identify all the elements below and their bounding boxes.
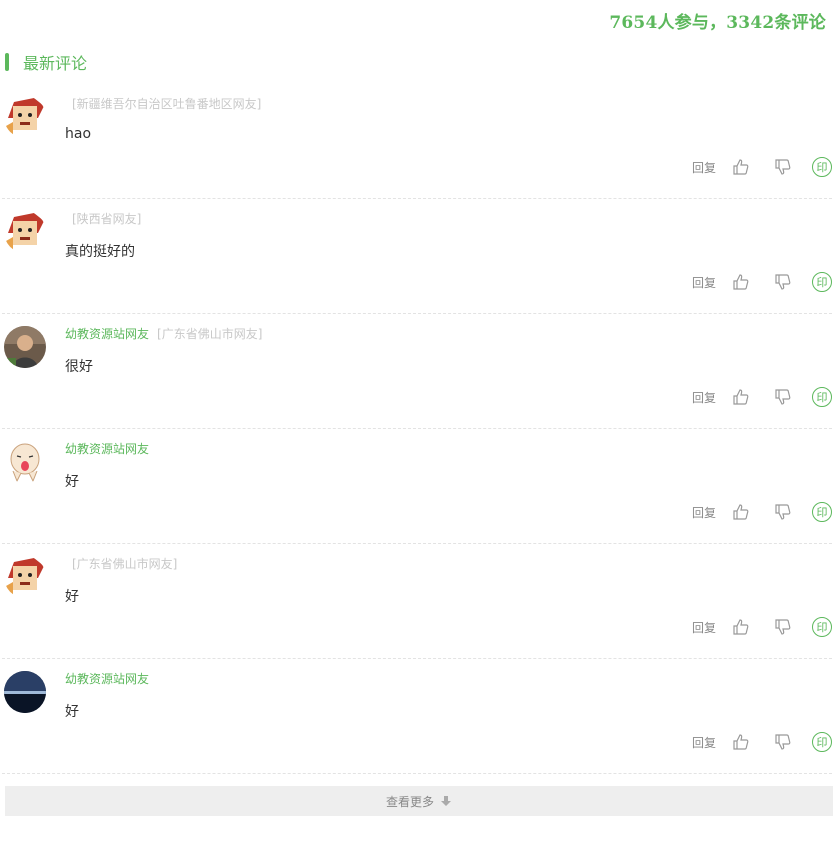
comment-meta: [新疆维吾尔自治区吐鲁番地区网友] <box>65 96 261 112</box>
thumbs-down-icon[interactable] <box>772 156 794 178</box>
thumbs-up-icon[interactable] <box>730 616 752 638</box>
thumbs-down-icon[interactable] <box>772 616 794 638</box>
comment-list: [新疆维吾尔自治区吐鲁番地区网友] hao 回复 印 [陕西省网友] 真的挺好的… <box>2 84 832 774</box>
section-title-bar <box>5 53 9 71</box>
comment-actions: 回复 印 <box>692 156 832 178</box>
landscape-avatar <box>4 671 46 713</box>
reply-button[interactable]: 回复 <box>692 619 716 636</box>
reply-button[interactable]: 回复 <box>692 389 716 406</box>
comment-text: 真的挺好的 <box>65 244 135 260</box>
user-location: [广东省佛山市网友] <box>72 557 178 571</box>
comment-meta: 幼教资源站网友 <box>65 441 157 457</box>
seal-icon[interactable]: 印 <box>812 617 832 637</box>
comment-item: 幼教资源站网友 好 回复 印 <box>2 429 832 544</box>
thumbs-up-icon[interactable] <box>730 731 752 753</box>
comment-meta: 幼教资源站网友 [广东省佛山市网友] <box>65 326 262 342</box>
comment-actions: 回复 印 <box>692 616 832 638</box>
seal-icon[interactable]: 印 <box>812 387 832 407</box>
thumbs-up-icon[interactable] <box>730 386 752 408</box>
user-name[interactable]: 幼教资源站网友 <box>65 327 149 341</box>
load-more-button[interactable]: 查看更多 <box>5 786 833 816</box>
comment-item: [新疆维吾尔自治区吐鲁番地区网友] hao 回复 印 <box>2 84 832 199</box>
comment-text: 很好 <box>65 359 93 375</box>
comment-item: [广东省佛山市网友] 好 回复 印 <box>2 544 832 659</box>
comment-stats: 7654人参与，3342条评论 <box>609 13 826 33</box>
comment-actions: 回复 印 <box>692 501 832 523</box>
comment-item: [陕西省网友] 真的挺好的 回复 印 <box>2 199 832 314</box>
reply-button[interactable]: 回复 <box>692 159 716 176</box>
user-name[interactable]: 幼教资源站网友 <box>65 672 149 686</box>
thumbs-down-icon[interactable] <box>772 386 794 408</box>
comment-actions: 回复 印 <box>692 386 832 408</box>
thumbs-down-icon[interactable] <box>772 731 794 753</box>
comment-text: 好 <box>65 589 79 605</box>
reply-button[interactable]: 回复 <box>692 734 716 751</box>
user-location: [陕西省网友] <box>72 212 142 226</box>
egg-avatar <box>4 441 46 483</box>
section-title-text: 最新评论 <box>23 54 88 73</box>
reply-button[interactable]: 回复 <box>692 504 716 521</box>
user-name[interactable]: 幼教资源站网友 <box>65 442 149 456</box>
thumbs-up-icon[interactable] <box>730 501 752 523</box>
cartoon-avatar <box>4 96 46 138</box>
seal-icon[interactable]: 印 <box>812 502 832 522</box>
comment-actions: 回复 印 <box>692 731 832 753</box>
comment-text: 好 <box>65 704 79 720</box>
thumbs-up-icon[interactable] <box>730 156 752 178</box>
comment-actions: 回复 印 <box>692 271 832 293</box>
comment-text: 好 <box>65 474 79 490</box>
thumbs-down-icon[interactable] <box>772 501 794 523</box>
cartoon-avatar <box>4 211 46 253</box>
cartoon-avatar <box>4 556 46 598</box>
comment-item: 幼教资源站网友 [广东省佛山市网友] 很好 回复 印 <box>2 314 832 429</box>
seal-icon[interactable]: 印 <box>812 732 832 752</box>
comment-meta: [广东省佛山市网友] <box>65 556 177 572</box>
comment-meta: 幼教资源站网友 <box>65 671 157 687</box>
seal-icon[interactable]: 印 <box>812 157 832 177</box>
section-title: 最新评论 <box>5 52 88 73</box>
comment-item: 幼教资源站网友 好 回复 印 <box>2 659 832 774</box>
arrow-down-icon <box>440 795 452 807</box>
load-more-label: 查看更多 <box>385 794 434 809</box>
thumbs-up-icon[interactable] <box>730 271 752 293</box>
comment-meta: [陕西省网友] <box>65 211 141 227</box>
user-location: [广东省佛山市网友] <box>157 327 263 341</box>
user-location: [新疆维吾尔自治区吐鲁番地区网友] <box>72 97 262 111</box>
thumbs-down-icon[interactable] <box>772 271 794 293</box>
comment-text: hao <box>65 126 92 142</box>
seal-icon[interactable]: 印 <box>812 272 832 292</box>
photo-avatar <box>4 326 46 368</box>
reply-button[interactable]: 回复 <box>692 274 716 291</box>
